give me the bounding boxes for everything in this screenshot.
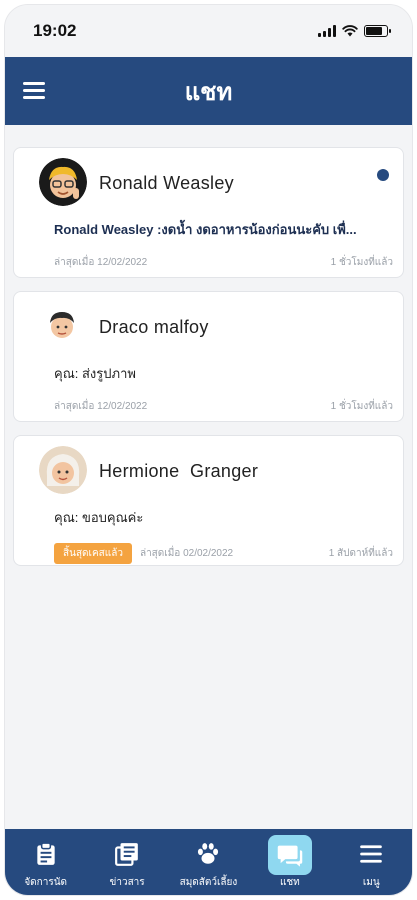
- last-date: ล่าสุดเมื่อ 12/02/2022: [54, 401, 148, 412]
- draco-avatar: [44, 307, 80, 343]
- chat-item-hermione[interactable]: Hermione Granger คุณ: ขอบคุณค่ะ สิ้นสุดเ…: [13, 435, 404, 566]
- paw-icon: [191, 837, 225, 871]
- menu-icon: [354, 837, 388, 871]
- nav-label: สมุดสัตว์เลี้ยง: [179, 877, 238, 888]
- app-header: แชท: [5, 57, 412, 125]
- nav-label: เมนู: [362, 877, 380, 888]
- nav-label: ข่าวสาร: [109, 877, 145, 888]
- meta-left: สิ้นสุดเคสแล้ว ล่าสุดเมื่อ 02/02/2022: [54, 543, 233, 564]
- bottom-nav: จัดการนัด ข่าวสาร สมุดสัตว์เลี้ยง แชท เม…: [5, 829, 412, 895]
- clipboard-icon: [29, 837, 63, 871]
- relative-time: 1 สัปดาห์ที่แล้ว: [328, 548, 393, 559]
- chat-list: Ronald Weasley Ronald Weasley :งดน้ำ งดอ…: [5, 125, 412, 579]
- status-icons: [318, 25, 391, 37]
- chat-meta: ล่าสุดเมื่อ 12/02/2022 1 ชั่วโมงที่แล้ว: [54, 399, 393, 414]
- nav-news[interactable]: ข่าวสาร: [87, 837, 167, 890]
- hermione-avatar: [39, 446, 87, 494]
- status-time: 19:02: [33, 21, 77, 40]
- contact-name: Hermione Granger: [99, 461, 259, 481]
- hamburger-menu-icon[interactable]: [23, 82, 45, 100]
- phone-screen: 19:02 แชท Ronald Weasley Ronald Weasley …: [4, 4, 413, 896]
- contact-name: Draco malfoy: [99, 317, 209, 337]
- signal-icon: [318, 25, 336, 37]
- last-message: คุณ: ขอบคุณค่ะ: [54, 510, 144, 525]
- chat-item-ronald[interactable]: Ronald Weasley Ronald Weasley :งดน้ำ งดอ…: [13, 147, 404, 278]
- relative-time: 1 ชั่วโมงที่แล้ว: [330, 257, 393, 268]
- chat-meta: สิ้นสุดเคสแล้ว ล่าสุดเมื่อ 02/02/2022 1 …: [54, 543, 393, 564]
- news-icon: [110, 837, 144, 871]
- page-title: แชท: [184, 78, 233, 106]
- nav-label: จัดการนัด: [24, 877, 68, 888]
- chat-item-draco[interactable]: Draco malfoy คุณ: ส่งรูปภาพ ล่าสุดเมื่อ …: [13, 291, 404, 422]
- nav-pet-book[interactable]: สมุดสัตว์เลี้ยง: [168, 837, 248, 890]
- last-message: คุณ: ส่งรูปภาพ: [54, 366, 136, 381]
- ronald-avatar: [39, 158, 87, 206]
- unread-indicator: [377, 169, 389, 181]
- nav-appointments[interactable]: จัดการนัด: [6, 837, 86, 890]
- last-date: ล่าสุดเมื่อ 12/02/2022: [54, 257, 148, 268]
- status-badge: สิ้นสุดเคสแล้ว: [54, 543, 132, 564]
- chat-meta: ล่าสุดเมื่อ 12/02/2022 1 ชั่วโมงที่แล้ว: [54, 255, 393, 270]
- chat-icon: [267, 835, 312, 875]
- nav-label: แชท: [279, 877, 300, 888]
- status-bar: 19:02: [5, 5, 412, 57]
- wifi-icon: [342, 25, 358, 37]
- nav-chat[interactable]: แชท: [250, 835, 330, 890]
- last-message: Ronald Weasley :งดน้ำ งดอาหารน้องก่อนนะค…: [54, 222, 357, 237]
- last-date: ล่าสุดเมื่อ 02/02/2022: [139, 548, 234, 559]
- contact-name: Ronald Weasley: [99, 173, 234, 193]
- battery-icon: [364, 25, 391, 37]
- nav-menu[interactable]: เมนู: [331, 837, 411, 890]
- relative-time: 1 ชั่วโมงที่แล้ว: [330, 401, 393, 412]
